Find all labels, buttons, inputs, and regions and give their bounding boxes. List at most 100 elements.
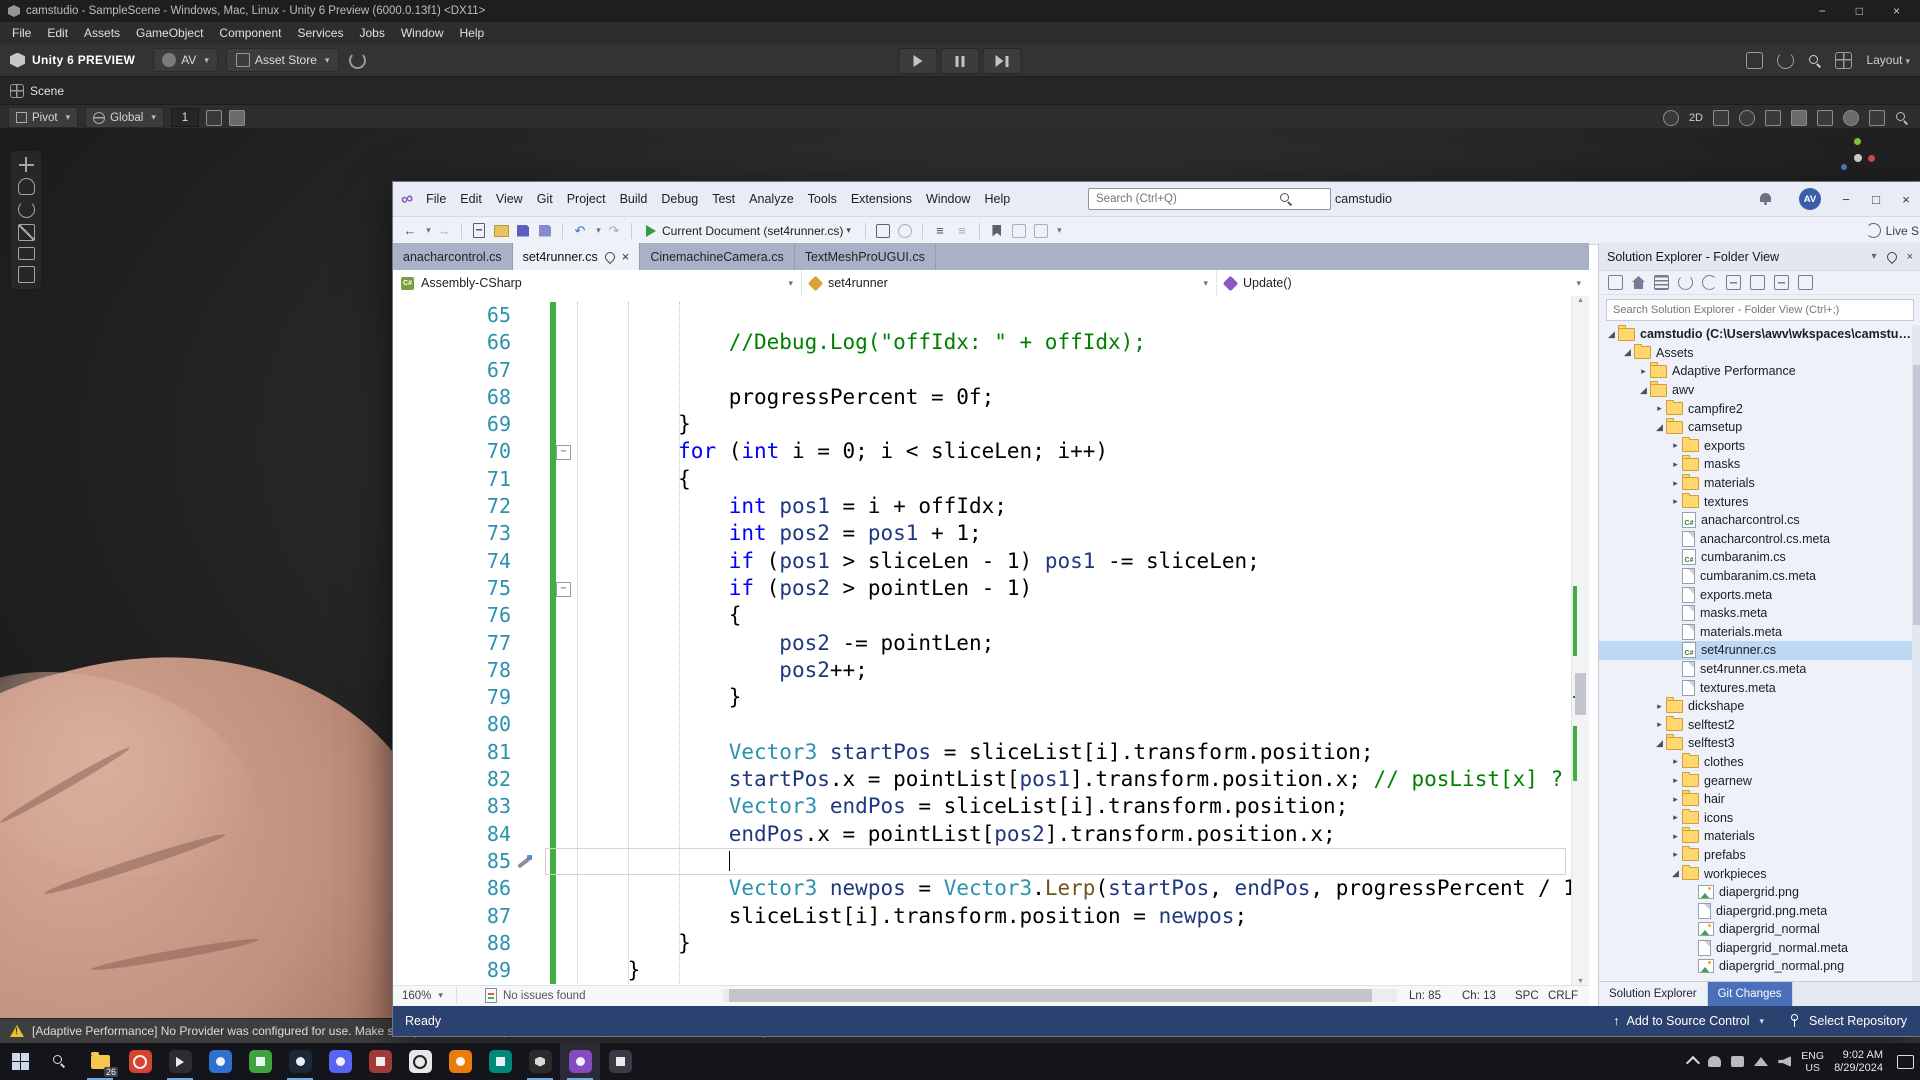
- code-line-83[interactable]: 83 Vector3 endPos = sliceList[i].transfo…: [393, 793, 1572, 821]
- scrollbar-thumb[interactable]: [1575, 673, 1586, 715]
- history-icon[interactable]: [1777, 51, 1795, 69]
- solution-explorer-header[interactable]: Solution Explorer - Folder View ▾ ×: [1599, 243, 1920, 271]
- start-debug-button[interactable]: Current Document (set4runner.cs) ▾: [640, 224, 857, 238]
- green-app-icon[interactable]: [240, 1043, 280, 1080]
- collapsed-arrow-icon[interactable]: ▸: [1653, 403, 1666, 414]
- attach-debugger-icon[interactable]: [874, 220, 892, 242]
- switch-views-icon[interactable]: [1608, 275, 1623, 290]
- chat-app-icon[interactable]: [200, 1043, 240, 1080]
- code-line-86[interactable]: 86 Vector3 newpos = Vector3.Lerp(startPo…: [393, 875, 1589, 903]
- save-all-icon[interactable]: [536, 220, 554, 242]
- tree-item[interactable]: materials.meta: [1599, 623, 1912, 642]
- tree-item[interactable]: anacharcontrol.cs: [1599, 511, 1912, 530]
- tree-item[interactable]: textures.meta: [1599, 678, 1912, 697]
- panel-tab-solution-explorer[interactable]: Solution Explorer: [1599, 982, 1708, 1006]
- code-line-68[interactable]: 68 progressPercent = 0f;: [393, 383, 1572, 412]
- taskbar-search-button[interactable]: [40, 1043, 80, 1080]
- blender-icon[interactable]: [440, 1043, 480, 1080]
- code-line-74[interactable]: 74 if (pos1 > sliceLen - 1) pos1 -= slic…: [393, 547, 1572, 575]
- tree-item[interactable]: ▸ hair: [1599, 790, 1912, 809]
- quick-actions-icon[interactable]: [515, 853, 533, 871]
- collapsed-arrow-icon[interactable]: ▸: [1669, 849, 1682, 860]
- vs-menu-window[interactable]: Window: [919, 192, 977, 206]
- expanded-arrow-icon[interactable]: ◢: [1653, 422, 1666, 433]
- play-button[interactable]: [898, 48, 938, 74]
- vs-menu-git[interactable]: Git: [530, 192, 560, 206]
- tree-item[interactable]: diapergrid.png: [1599, 883, 1912, 902]
- doc-tab-set4runner.cs[interactable]: set4runner.cs ×: [512, 243, 641, 270]
- unity-menu-window[interactable]: Window: [393, 26, 452, 40]
- vs-menu-build[interactable]: Build: [613, 192, 655, 206]
- doc-tab-anacharcontrol.cs[interactable]: anacharcontrol.cs: [393, 243, 513, 270]
- tree-item[interactable]: ◢ camsetup: [1599, 418, 1912, 437]
- vs-menu-file[interactable]: File: [419, 192, 453, 206]
- unity-menu-gameobject[interactable]: GameObject: [128, 26, 211, 40]
- unity-menu-edit[interactable]: Edit: [39, 26, 76, 40]
- vs-menu-edit[interactable]: Edit: [453, 192, 489, 206]
- snap-increment-field[interactable]: 1: [170, 108, 199, 127]
- view-tool-icon[interactable]: [17, 178, 35, 195]
- code-line-72[interactable]: 72 int pos1 = i + offIdx;: [393, 493, 1572, 521]
- terminal-icon[interactable]: [600, 1043, 640, 1080]
- camera-settings-icon[interactable]: [1843, 109, 1859, 126]
- obs-icon[interactable]: [400, 1043, 440, 1080]
- unity-hub-icon[interactable]: [520, 1043, 560, 1080]
- zoom-dropdown[interactable]: 160% ▾: [395, 987, 457, 1004]
- unity-menu-help[interactable]: Help: [452, 26, 493, 40]
- visual-studio-icon[interactable]: [560, 1043, 600, 1080]
- line-indicator[interactable]: Ln: 85: [1409, 986, 1441, 1006]
- global-dropdown[interactable]: Global ▾: [85, 107, 164, 128]
- move-tool-icon[interactable]: [18, 157, 34, 172]
- outdent-icon[interactable]: ≡: [953, 220, 971, 242]
- grid-visibility-icon[interactable]: [1817, 109, 1833, 126]
- member-dropdown[interactable]: Update() ▾: [1217, 270, 1589, 296]
- code-line-88[interactable]: 88 }: [393, 929, 1572, 958]
- tree-item[interactable]: ▸ masks: [1599, 455, 1912, 474]
- code-line-80[interactable]: 80: [393, 711, 1572, 739]
- shading-mode-icon[interactable]: [1662, 109, 1679, 126]
- file-explorer-button[interactable]: 26: [80, 1043, 120, 1080]
- tree-item[interactable]: anacharcontrol.cs.meta: [1599, 530, 1912, 549]
- tree-item[interactable]: ▸ materials: [1599, 827, 1912, 846]
- open-file-icon[interactable]: [492, 220, 510, 242]
- pivot-dropdown[interactable]: Pivot ▾: [8, 107, 79, 128]
- notification-bell-icon[interactable]: [1760, 193, 1771, 205]
- steam-icon[interactable]: [280, 1043, 320, 1080]
- unity-minimize-button[interactable]: −: [1819, 4, 1826, 18]
- auto-hide-pin-icon[interactable]: [1884, 249, 1899, 264]
- start-button[interactable]: [0, 1043, 40, 1080]
- code-line-79[interactable]: 79 }: [393, 684, 1572, 712]
- panel-tab-git-changes[interactable]: Git Changes: [1707, 982, 1793, 1006]
- code-line-75[interactable]: 75 − if (pos2 > pointLen - 1): [393, 574, 1572, 603]
- code-line-89[interactable]: 89 }: [393, 957, 1572, 985]
- cloud-tray-icon[interactable]: [1708, 1056, 1722, 1067]
- tree-item[interactable]: ◢ Assets: [1599, 343, 1912, 363]
- code-line-65[interactable]: 65: [393, 302, 1572, 330]
- code-line-73[interactable]: 73 int pos2 = pos1 + 1;: [393, 520, 1572, 548]
- collapsed-arrow-icon[interactable]: ▸: [1669, 775, 1682, 786]
- collapsed-arrow-icon[interactable]: ▸: [1669, 478, 1682, 489]
- new-file-icon[interactable]: [470, 220, 488, 242]
- collapsed-arrow-icon[interactable]: ▸: [1669, 794, 1682, 805]
- tree-item[interactable]: masks.meta: [1599, 604, 1912, 623]
- gizmos-icon[interactable]: [1869, 109, 1885, 126]
- scene-tab[interactable]: Scene: [0, 77, 1920, 105]
- spaces-indicator[interactable]: SPC: [1515, 986, 1539, 1006]
- doc-tab-TextMeshProUGUI.cs[interactable]: TextMeshProUGUI.cs: [795, 243, 936, 270]
- scene-search-icon[interactable]: [1895, 111, 1908, 124]
- lighting-toggle-icon[interactable]: [1713, 109, 1729, 126]
- refresh-icon[interactable]: [1702, 275, 1717, 290]
- tree-item[interactable]: cumbaranim.cs.meta: [1599, 567, 1912, 586]
- properties-icon[interactable]: [1774, 275, 1789, 290]
- tree-item[interactable]: ▸ textures: [1599, 492, 1912, 511]
- unity-close-button[interactable]: ×: [1893, 4, 1900, 18]
- tree-item[interactable]: ▸ prefabs: [1599, 845, 1912, 865]
- vs-maximize-button[interactable]: □: [1861, 182, 1891, 216]
- search-icon[interactable]: [1808, 54, 1821, 67]
- expanded-arrow-icon[interactable]: ◢: [1605, 329, 1618, 340]
- collapsed-arrow-icon[interactable]: ▸: [1669, 831, 1682, 842]
- code-line-71[interactable]: 71 {: [393, 465, 1572, 494]
- hidden-objects-icon[interactable]: [1791, 109, 1807, 126]
- tree-item[interactable]: ◢ workpieces: [1599, 864, 1912, 883]
- unity-maximize-button[interactable]: □: [1856, 4, 1863, 18]
